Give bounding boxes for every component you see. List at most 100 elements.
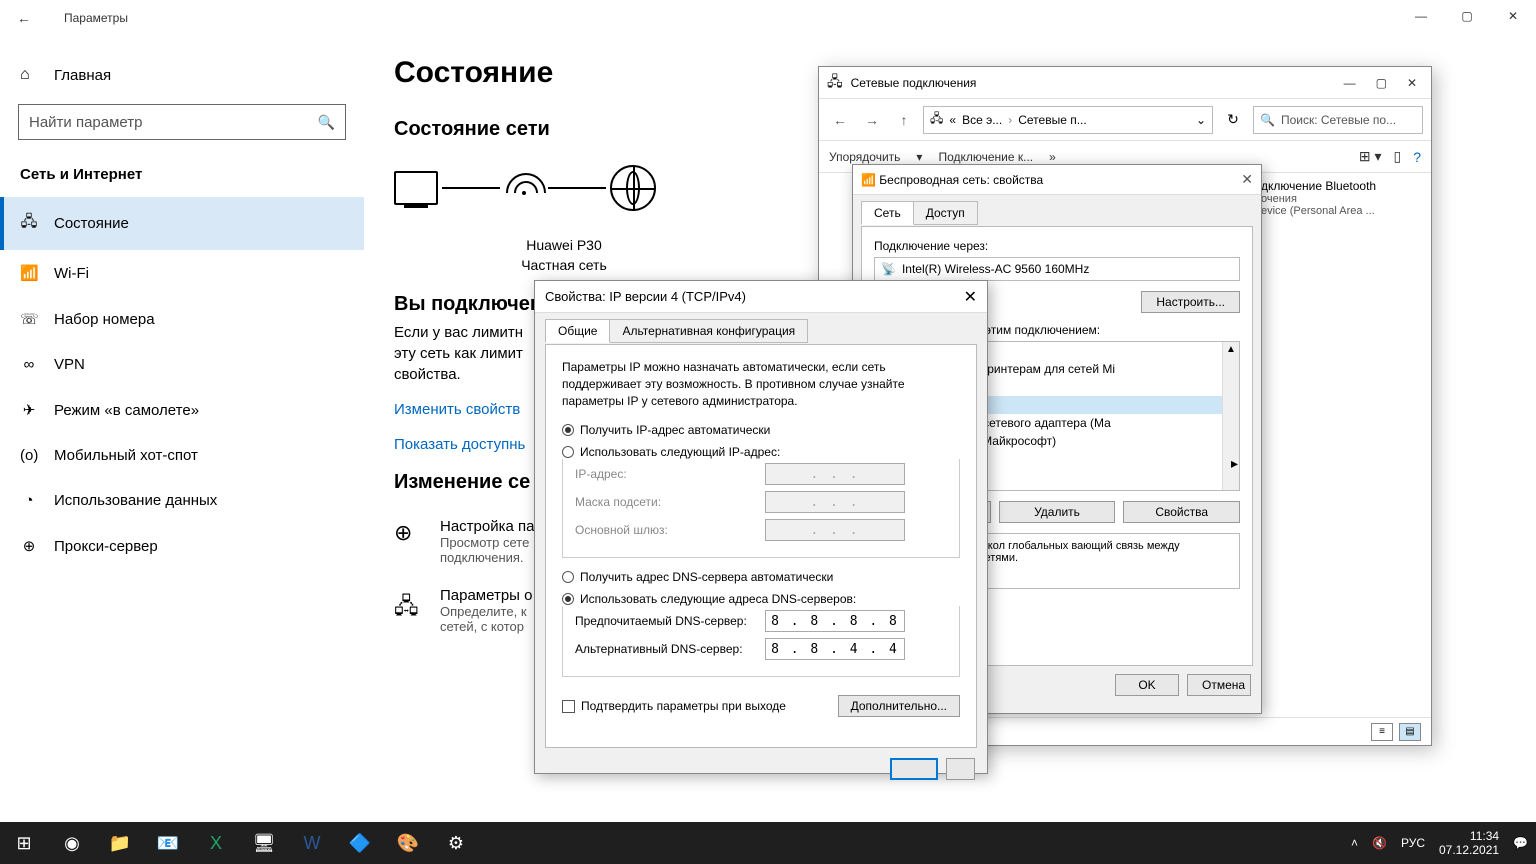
app2-icon[interactable]: 🔷: [336, 822, 384, 864]
advanced-button[interactable]: Дополнительно...: [838, 695, 960, 717]
radio-manual-dns[interactable]: Использовать следующие адреса DNS-сервер…: [562, 592, 960, 606]
explorer-minimize[interactable]: —: [1344, 76, 1356, 90]
chrome-icon[interactable]: ◉: [48, 822, 96, 864]
nav-status[interactable]: 🖧Состояние: [0, 197, 364, 250]
start-button[interactable]: ⊞: [0, 822, 48, 864]
settings-icon[interactable]: ⚙: [432, 822, 480, 864]
tab-general[interactable]: Общие: [545, 319, 610, 343]
settings-sidebar: ⌂ Главная Найти параметр 🔍 Сеть и Интерн…: [0, 36, 364, 824]
back-button[interactable]: ←: [8, 10, 40, 26]
notifications-icon[interactable]: 💬: [1513, 836, 1528, 850]
language-indicator[interactable]: РУС: [1401, 836, 1425, 850]
ipdlg-cancel[interactable]: [946, 758, 975, 780]
search-input[interactable]: Найти параметр 🔍: [18, 104, 346, 140]
connect-menu[interactable]: Подключение к...: [938, 150, 1033, 164]
paint-icon[interactable]: 🎨: [384, 822, 432, 864]
nav-up[interactable]: ↑: [891, 112, 917, 128]
explorer-titlebar: 🖧 Сетевые подключения — ▢ ✕: [819, 67, 1431, 99]
radio-auto-dns[interactable]: Получить адрес DNS-сервера автоматически: [562, 570, 960, 584]
shield-icon: 📶: [861, 173, 876, 187]
nav-proxy[interactable]: ⊕Прокси-сервер: [0, 523, 364, 569]
address-box[interactable]: 🖧 « Все э... › Сетевые п... ⌄: [923, 106, 1213, 134]
tab-network[interactable]: Сеть: [861, 201, 914, 225]
chevron-down-icon[interactable]: ⌄: [1196, 113, 1206, 127]
help-icon[interactable]: ?: [1413, 149, 1421, 165]
settings-titlebar: ← Параметры: [0, 0, 1536, 36]
minimize-button[interactable]: —: [1398, 0, 1444, 32]
ipdlg-ok[interactable]: [890, 758, 937, 780]
globe-icon: [610, 165, 656, 211]
properties-button[interactable]: Свойства: [1123, 501, 1240, 523]
tray-chevron[interactable]: ˄: [1351, 836, 1358, 850]
dialup-icon: ☏: [20, 310, 38, 328]
nav-datausage[interactable]: ◔Использование данных: [0, 478, 364, 523]
view-icons[interactable]: ⊞ ▾: [1359, 148, 1382, 165]
window-controls: — ▢ ✕: [1398, 0, 1536, 32]
nav-back[interactable]: ←: [827, 112, 853, 128]
wprops-titlebar: 📶 Беспроводная сеть: свойства ✕: [853, 165, 1261, 195]
preview-pane[interactable]: ▯: [1393, 148, 1401, 165]
nav-dialup[interactable]: ☏Набор номера: [0, 296, 364, 342]
ipdlg-body: Параметры IP можно назначать автоматичес…: [545, 344, 977, 748]
volume-icon[interactable]: 🔇: [1372, 836, 1387, 850]
taskbar: ⊞ ◉ 📁 📧 X 🖥 W 🔷 🎨 ⚙ ˄ 🔇 РУС 11:34 07.12.…: [0, 822, 1536, 864]
clock[interactable]: 11:34 07.12.2021: [1439, 829, 1499, 858]
computer-icon: [394, 171, 438, 205]
outlook-icon[interactable]: 📧: [144, 822, 192, 864]
alternate-dns-input[interactable]: 8 . 8 . 4 . 4: [765, 638, 905, 660]
nav-hotspot[interactable]: (o)Мобильный хот-спот: [0, 433, 364, 478]
tab-alt-config[interactable]: Альтернативная конфигурация: [609, 319, 808, 343]
data-icon: ◔: [20, 492, 38, 509]
search-icon: 🔍: [1260, 113, 1275, 127]
network-icon: 🖧: [827, 71, 843, 95]
radio-manual-ip[interactable]: Использовать следующий IP-адрес:: [562, 445, 960, 459]
configure-button[interactable]: Настроить...: [1141, 291, 1240, 313]
ipv4-properties-dialog: Свойства: IP версии 4 (TCP/IPv4) ✕ Общие…: [534, 280, 988, 774]
app-icon[interactable]: 🖥: [240, 822, 288, 864]
ip-address-input: . . .: [765, 463, 905, 485]
nav-forward[interactable]: →: [859, 112, 885, 128]
nav-airplane[interactable]: ✈Режим «в самолете»: [0, 387, 364, 433]
explorer-title: Сетевые подключения: [851, 76, 977, 90]
wprops-close[interactable]: ✕: [1241, 171, 1253, 188]
radio-auto-ip[interactable]: Получить IP-адрес автоматически: [562, 423, 960, 437]
gateway-input: . . .: [765, 519, 905, 541]
preferred-dns-input[interactable]: 8 . 8 . 8 . 8: [765, 610, 905, 632]
explorer-search[interactable]: 🔍 Поиск: Сетевые по...: [1253, 106, 1423, 134]
view-details[interactable]: ▤: [1399, 723, 1421, 741]
wprops-cancel[interactable]: Отмена: [1187, 674, 1251, 696]
explorer-icon[interactable]: 📁: [96, 822, 144, 864]
adapter-icon: ⊕: [394, 518, 424, 565]
explorer-close[interactable]: ✕: [1407, 76, 1417, 90]
wprops-tabs: Сеть Доступ: [853, 195, 1261, 225]
hotspot-icon: (o): [20, 447, 38, 464]
remove-button[interactable]: Удалить: [999, 501, 1116, 523]
validate-checkbox[interactable]: Подтвердить параметры при выходе: [562, 699, 786, 713]
view-list[interactable]: ≡: [1371, 723, 1393, 741]
nav-vpn[interactable]: ∞VPN: [0, 342, 364, 387]
ipdlg-close[interactable]: ✕: [964, 287, 977, 307]
refresh-button[interactable]: ↻: [1219, 111, 1247, 128]
proxy-icon: ⊕: [20, 537, 38, 555]
home-icon: ⌂: [20, 66, 38, 84]
ip-group: IP-адрес:. . . Маска подсети:. . . Основ…: [562, 459, 960, 558]
window-title: Параметры: [64, 11, 128, 25]
explorer-maximize[interactable]: ▢: [1376, 76, 1387, 90]
home-label: Главная: [54, 67, 111, 84]
status-icon: 🖧: [20, 211, 38, 236]
nav-wifi[interactable]: 📶Wi-Fi: [0, 250, 364, 296]
maximize-button[interactable]: ▢: [1444, 0, 1490, 32]
wprops-ok[interactable]: OK: [1115, 674, 1179, 696]
scrollbar[interactable]: ▲▸: [1222, 342, 1239, 490]
home-link[interactable]: ⌂ Главная: [0, 56, 364, 94]
wifi-signal-icon: [504, 173, 544, 203]
word-icon[interactable]: W: [288, 822, 336, 864]
excel-icon[interactable]: X: [192, 822, 240, 864]
organize-menu[interactable]: Упорядочить: [829, 150, 900, 164]
close-button[interactable]: ✕: [1490, 0, 1536, 32]
airplane-icon: ✈: [20, 401, 38, 419]
system-tray: ˄ 🔇 РУС 11:34 07.12.2021 💬: [1351, 829, 1536, 858]
network-type-label: Частная сеть: [504, 257, 624, 273]
tab-access[interactable]: Доступ: [913, 201, 978, 225]
adapter-name-box: 📡 Intel(R) Wireless-AC 9560 160MHz: [874, 257, 1240, 281]
